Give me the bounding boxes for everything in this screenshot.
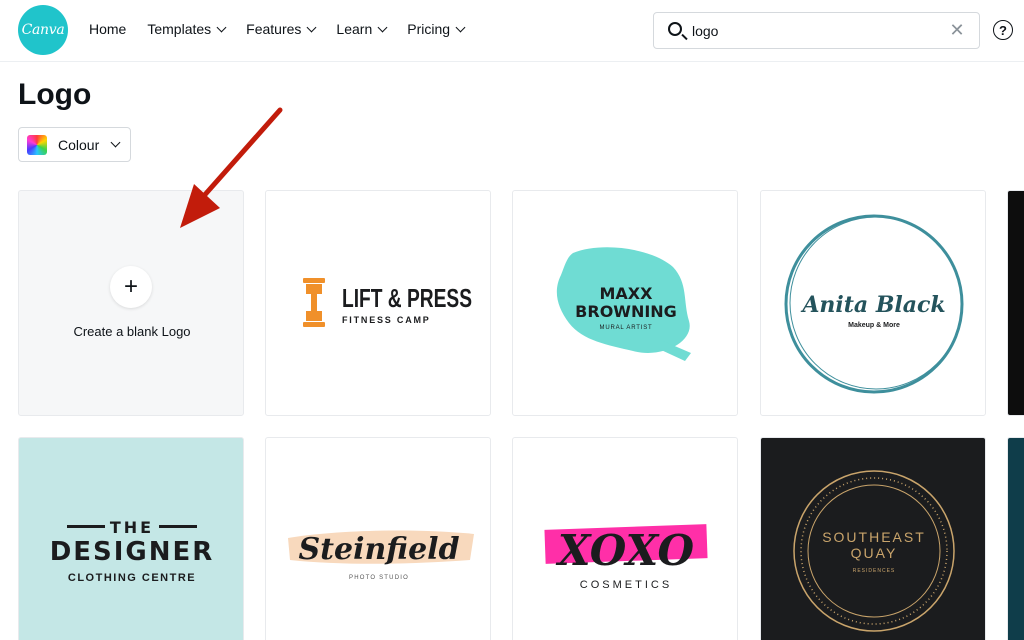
nav-templates-label: Templates — [147, 21, 212, 37]
nav-pricing[interactable]: Pricing — [407, 21, 466, 37]
colour-filter-label: Colour — [58, 136, 100, 153]
template-card-southeast-quay[interactable]: SOUTHEAST QUAY RESIDENCES — [760, 437, 986, 640]
template-card-anita-black[interactable]: Anita Black Makeup & More — [760, 190, 986, 416]
nav-learn-label: Learn — [336, 21, 373, 37]
template-card-maxx-browning[interactable]: MAXX BROWNING MURAL ARTIST — [512, 190, 738, 416]
the-designer-thumbnail: THE DESIGNER CLOTHING CENTRE — [50, 518, 215, 584]
template-card-lift-press[interactable]: LIFT & PRESS FITNESS CAMP — [265, 190, 491, 416]
maxx-line1: MAXX — [600, 284, 654, 303]
nav-features-label: Features — [246, 21, 302, 37]
plus-icon[interactable]: + — [110, 266, 152, 308]
nav-features[interactable]: Features — [246, 21, 317, 37]
chevron-down-icon — [110, 137, 121, 148]
search-icon[interactable] — [668, 22, 682, 36]
top-nav-bar: Canva Home Templates Features Learn Pric… — [0, 0, 1024, 62]
colour-swatch-icon — [27, 134, 47, 155]
nav-templates[interactable]: Templates — [147, 21, 227, 37]
chevron-down-icon — [455, 22, 466, 32]
xoxo-thumbnail: XOXO COSMETICS — [544, 524, 708, 591]
lift-subtitle: FITNESS CAMP — [342, 315, 431, 325]
anita-black-thumbnail: Anita Black Makeup & More — [784, 214, 964, 394]
steinfield-thumbnail: Steinfield PHOTO STUDIO — [288, 530, 474, 581]
lift-title: LIFT & PRESS — [342, 283, 472, 313]
template-card-xoxo[interactable]: XOXO COSMETICS — [512, 437, 738, 640]
designer-line1: THE — [110, 518, 154, 537]
chevron-down-icon — [377, 22, 388, 32]
canva-logo[interactable]: Canva — [18, 5, 68, 55]
chevron-down-icon — [306, 22, 317, 32]
search-box: ✕ — [653, 12, 980, 49]
chevron-down-icon — [216, 22, 227, 32]
xoxo-subtitle: COSMETICS — [580, 579, 672, 591]
anita-title: Anita Black — [800, 292, 945, 318]
template-card-steinfield[interactable]: Steinfield PHOTO STUDIO — [265, 437, 491, 640]
template-card-the-designer[interactable]: THE DESIGNER CLOTHING CENTRE — [18, 437, 244, 640]
create-blank-label: Create a blank Logo — [73, 324, 191, 339]
page-title: Logo — [18, 78, 92, 111]
southeast-subtitle: RESIDENCES — [853, 568, 896, 574]
steinfield-subtitle: PHOTO STUDIO — [349, 575, 409, 581]
main-nav: Home Templates Features Learn Pricing — [89, 21, 466, 37]
designer-line3: CLOTHING CENTRE — [68, 572, 196, 584]
designer-line2: DESIGNER — [50, 537, 215, 567]
nav-home-label: Home — [89, 21, 127, 37]
clear-icon[interactable]: ✕ — [949, 21, 965, 39]
help-icon[interactable]: ? — [993, 20, 1013, 40]
nav-learn[interactable]: Learn — [336, 21, 388, 37]
maxx-line2: BROWNING — [575, 302, 677, 321]
search-input[interactable] — [692, 21, 932, 41]
template-card-partial-teal[interactable] — [1007, 437, 1024, 640]
maxx-subtitle: MURAL ARTIST — [600, 325, 653, 331]
lift-press-thumbnail: LIFT & PRESS FITNESS CAMP — [303, 278, 472, 327]
red-arrow-annotation — [180, 107, 283, 228]
southeast-line2: QUAY — [851, 545, 898, 561]
nav-home[interactable]: Home — [89, 21, 126, 37]
colour-filter-button[interactable]: Colour — [18, 127, 131, 162]
anita-subtitle: Makeup & More — [848, 322, 900, 329]
xoxo-title: XOXO — [555, 526, 695, 575]
southeast-line1: SOUTHEAST — [822, 529, 926, 545]
template-card-partial-dark[interactable] — [1007, 190, 1024, 416]
southeast-quay-thumbnail: SOUTHEAST QUAY RESIDENCES — [793, 470, 955, 632]
steinfield-title: Steinfield — [298, 532, 459, 567]
nav-pricing-label: Pricing — [407, 21, 451, 37]
maxx-browning-thumbnail: MAXX BROWNING MURAL ARTIST — [556, 247, 691, 361]
